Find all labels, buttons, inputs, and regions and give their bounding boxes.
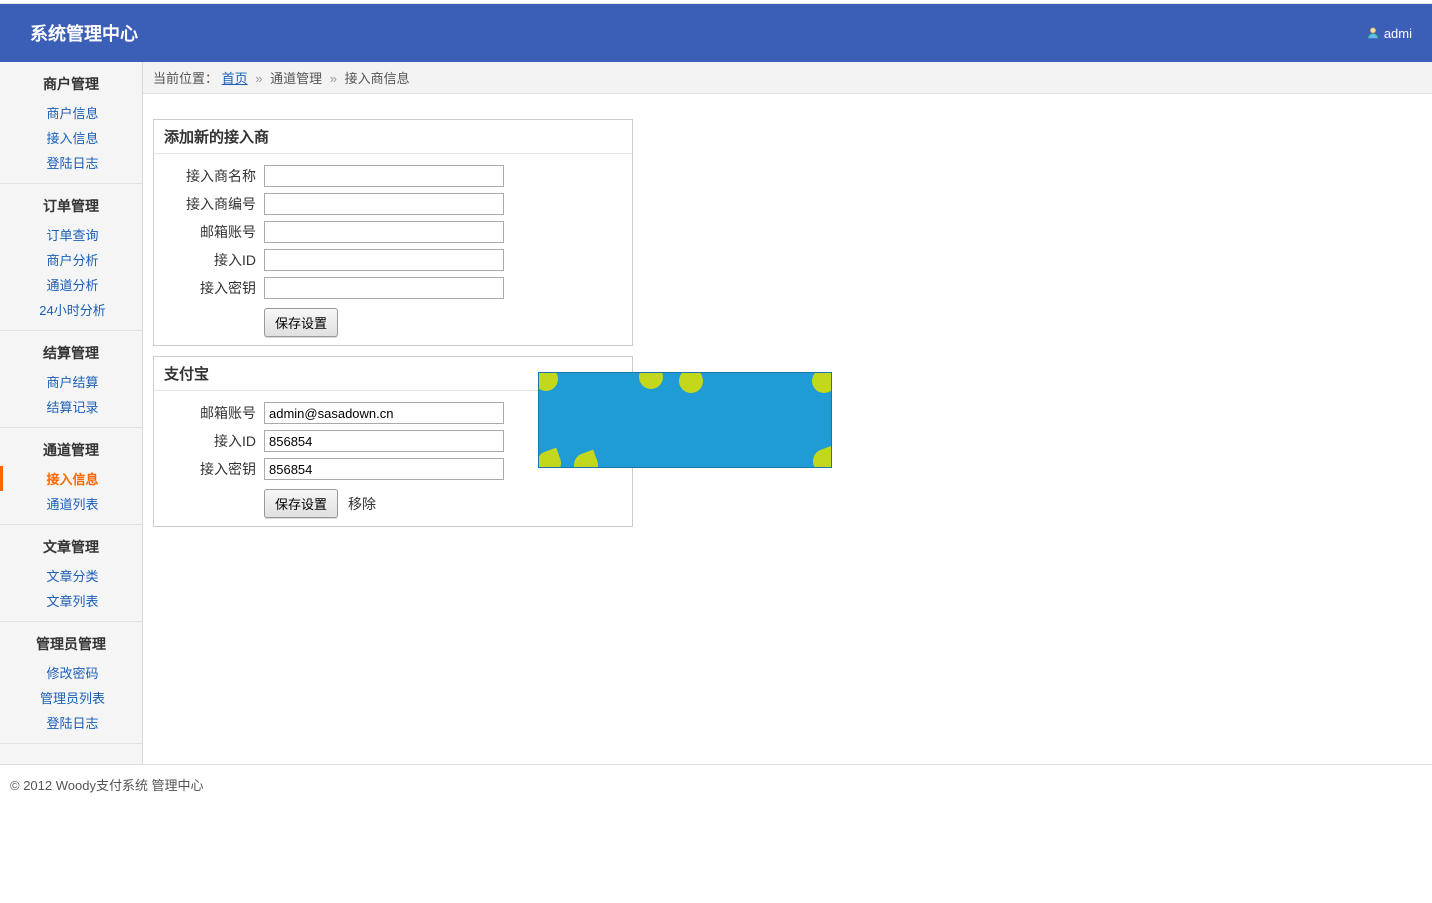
sidebar-item[interactable]: 通道分析 — [0, 272, 142, 297]
username: admi — [1384, 26, 1412, 41]
button-row: 保存设置 — [154, 308, 632, 337]
breadcrumb: 当前位置： 首页 » 通道管理 » 接入商信息 — [143, 62, 1432, 94]
breadcrumb-sep: » — [255, 71, 262, 86]
breadcrumb-prefix: 当前位置： — [153, 71, 218, 86]
label-id: 接入ID — [164, 250, 264, 270]
input-email[interactable] — [264, 221, 504, 243]
input-key[interactable] — [264, 458, 504, 480]
row-code: 接入商编号 — [154, 190, 632, 218]
sidebar-item[interactable]: 接入信息 — [0, 466, 142, 491]
button-row: 保存设置 移除 — [154, 489, 632, 518]
leaf-icon — [538, 372, 561, 394]
sidebar-group: 结算管理商户结算结算记录 — [0, 331, 142, 428]
save-button[interactable]: 保存设置 — [264, 308, 338, 337]
label-email: 邮箱账号 — [164, 403, 264, 423]
breadcrumb-sep: » — [330, 71, 337, 86]
remove-link[interactable]: 移除 — [348, 494, 376, 514]
row-email: 邮箱账号 — [154, 218, 632, 246]
sidebar-item[interactable]: 结算记录 — [0, 394, 142, 419]
row-id: 接入ID — [154, 246, 632, 274]
sidebar-group: 通道管理接入信息通道列表 — [0, 428, 142, 525]
header-user[interactable]: admi — [1366, 26, 1412, 41]
floating-banner — [538, 372, 832, 468]
sidebar-item[interactable]: 文章分类 — [0, 563, 142, 588]
sidebar-item[interactable]: 商户信息 — [0, 100, 142, 125]
sidebar-group: 管理员管理修改密码管理员列表登陆日志 — [0, 622, 142, 744]
sidebar-item[interactable]: 24小时分析 — [0, 297, 142, 322]
sidebar-group: 订单管理订单查询商户分析通道分析24小时分析 — [0, 184, 142, 331]
user-icon — [1366, 26, 1380, 40]
sidebar-group-title: 文章管理 — [0, 533, 142, 563]
sidebar-item[interactable]: 通道列表 — [0, 491, 142, 516]
footer: © 2012 Woody支付系统 管理中心 — [0, 764, 1432, 804]
input-id[interactable] — [264, 249, 504, 271]
row-name: 接入商名称 — [154, 162, 632, 190]
sidebar-group-title: 订单管理 — [0, 192, 142, 222]
panel-new-provider: 添加新的接入商 接入商名称 接入商编号 邮箱账号 接入 — [153, 119, 633, 346]
leaf-icon — [809, 372, 832, 396]
header: 系统管理中心 admi — [0, 4, 1432, 62]
sidebar-item[interactable]: 接入信息 — [0, 125, 142, 150]
sidebar-item[interactable]: 文章列表 — [0, 588, 142, 613]
leaf-icon — [636, 372, 667, 392]
app-title: 系统管理中心 — [30, 20, 138, 46]
label-key: 接入密钥 — [164, 278, 264, 298]
breadcrumb-page: 接入商信息 — [345, 71, 410, 86]
label-code: 接入商编号 — [164, 194, 264, 214]
input-name[interactable] — [264, 165, 504, 187]
input-id[interactable] — [264, 430, 504, 452]
label-id: 接入ID — [164, 431, 264, 451]
sidebar-item[interactable]: 商户分析 — [0, 247, 142, 272]
sidebar-item[interactable]: 修改密码 — [0, 660, 142, 685]
panel-body: 接入商名称 接入商编号 邮箱账号 接入ID — [154, 154, 632, 345]
sidebar: 商户管理商户信息接入信息登陆日志订单管理订单查询商户分析通道分析24小时分析结算… — [0, 62, 143, 764]
save-button[interactable]: 保存设置 — [264, 489, 338, 518]
sidebar-group-title: 商户管理 — [0, 70, 142, 100]
input-key[interactable] — [264, 277, 504, 299]
label-email: 邮箱账号 — [164, 222, 264, 242]
container: 商户管理商户信息接入信息登陆日志订单管理订单查询商户分析通道分析24小时分析结算… — [0, 62, 1432, 764]
sidebar-group-title: 通道管理 — [0, 436, 142, 466]
input-code[interactable] — [264, 193, 504, 215]
main: 当前位置： 首页 » 通道管理 » 接入商信息 添加新的接入商 接入商名称 接入… — [143, 62, 1432, 764]
sidebar-group: 文章管理文章分类文章列表 — [0, 525, 142, 622]
label-name: 接入商名称 — [164, 166, 264, 186]
panel-title: 添加新的接入商 — [154, 120, 632, 154]
input-email[interactable] — [264, 402, 504, 424]
sidebar-group: 商户管理商户信息接入信息登陆日志 — [0, 62, 142, 184]
row-key: 接入密钥 — [154, 274, 632, 302]
sidebar-item[interactable]: 商户结算 — [0, 369, 142, 394]
content: 添加新的接入商 接入商名称 接入商编号 邮箱账号 接入 — [143, 94, 1432, 562]
leaf-icon — [571, 450, 602, 468]
sidebar-item[interactable]: 管理员列表 — [0, 685, 142, 710]
breadcrumb-group: 通道管理 — [270, 71, 322, 86]
leaf-icon — [538, 448, 564, 468]
label-key: 接入密钥 — [164, 459, 264, 479]
leaf-icon — [810, 446, 832, 468]
sidebar-group-title: 结算管理 — [0, 339, 142, 369]
sidebar-item[interactable]: 登陆日志 — [0, 710, 142, 735]
sidebar-item[interactable]: 订单查询 — [0, 222, 142, 247]
breadcrumb-home[interactable]: 首页 — [222, 71, 248, 86]
leaf-icon — [676, 372, 707, 396]
sidebar-group-title: 管理员管理 — [0, 630, 142, 660]
sidebar-item[interactable]: 登陆日志 — [0, 150, 142, 175]
